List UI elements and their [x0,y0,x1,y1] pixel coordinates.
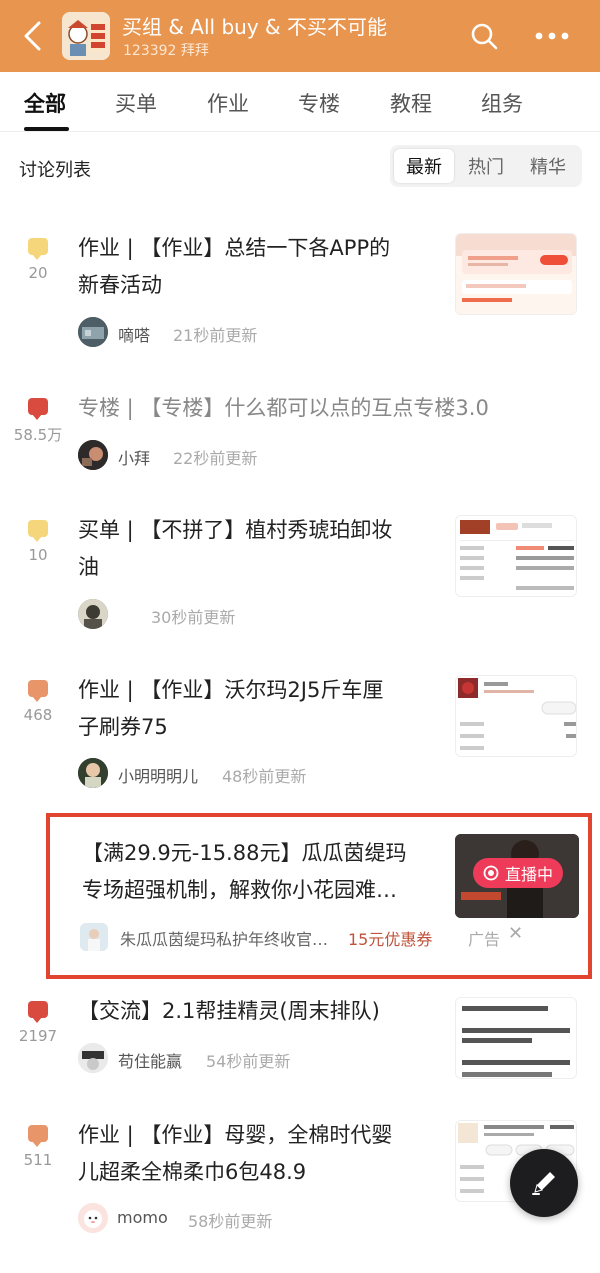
post-title-line: 油 [78,555,99,579]
avatar[interactable] [78,317,108,347]
tab-homework[interactable]: 作业 [207,88,249,118]
search-icon[interactable] [466,18,502,54]
reply-count: 10 [28,546,48,564]
update-time: 54秒前更新 [206,1052,291,1071]
post-title-line: 买单 | 【不拼了】植村秀琥珀卸妆 [78,518,393,542]
back-chevron-icon[interactable] [14,18,50,54]
comment-bubble-icon [28,398,48,415]
post-title-line: 作业 | 【作业】总结一下各APP的 [78,236,391,260]
active-tab-indicator [24,127,69,131]
group-header: 买组 & All buy & 不买不可能 123392 拜拜 [0,0,600,72]
comment-bubble-icon [28,1001,48,1018]
author-name[interactable]: momo [117,1208,168,1227]
comment-bubble-icon [28,238,48,255]
post-title-line: 作业 | 【作业】母婴，全棉时代婴 [78,1123,393,1147]
post-title-line: 作业 | 【作业】沃尔玛2J5斤车厘 [78,678,384,702]
post-title-line: 【交流】2.1帮挂精灵(周末排队) [78,999,380,1023]
update-time: 21秒前更新 [173,326,258,345]
update-time: 48秒前更新 [222,767,307,786]
avatar[interactable] [80,923,108,951]
sort-hot-button[interactable]: 热门 [456,149,516,183]
ad-live-thumbnail[interactable]: 直播中 [455,834,579,918]
post-thumbnail[interactable] [455,233,577,315]
sort-featured-button[interactable]: 精华 [518,149,578,183]
ad-label: 广告 [468,930,501,949]
post-title-line: 专楼 | 【专楼】什么都可以点的互点专楼3.0 [78,396,489,420]
comment-bubble-icon [28,520,48,537]
post-thumbnail[interactable] [455,515,577,597]
live-badge: 直播中 [473,858,563,888]
post-thumbnail[interactable] [455,675,577,757]
post-title: 【交流】2.1帮挂精灵(周末排队) [78,993,438,1030]
author-name[interactable]: 苟住能赢 [118,1048,182,1072]
live-icon [483,865,499,881]
ad-author-name[interactable]: 朱瓜瓜茵缇玛私护年终收官… [120,926,328,950]
avatar[interactable] [78,1203,108,1233]
reply-count: 20 [28,264,48,282]
author-name[interactable]: 小明明明儿 [118,763,198,787]
tab-buy[interactable]: 买单 [115,88,157,118]
tab-tutorial[interactable]: 教程 [390,88,432,118]
update-time: 30秒前更新 [151,608,236,627]
avatar[interactable] [78,440,108,470]
close-icon[interactable]: ✕ [508,923,523,944]
post-title: 作业 | 【作业】沃尔玛2J5斤车厘 子刷券75 [78,672,438,746]
avatar[interactable] [78,1043,108,1073]
pencil-icon [532,1172,555,1195]
post-title-line: 子刷券75 [78,715,168,739]
tab-all[interactable]: 全部 [24,88,66,118]
reply-count: 2197 [18,1027,58,1045]
post-title: 买单 | 【不拼了】植村秀琥珀卸妆 油 [78,512,438,586]
sort-segmented-control: 最新 热门 精华 [390,145,582,187]
ad-title: 【满29.9元-15.88元】瓜瓜茵缇玛 专场超强机制，解救你小花园难… [82,835,442,909]
author-name[interactable]: 小拜 [118,445,150,469]
avatar[interactable] [78,758,108,788]
sort-latest-button[interactable]: 最新 [394,149,454,183]
ad-card[interactable]: 【满29.9元-15.88元】瓜瓜茵缇玛 专场超强机制，解救你小花园难… 朱瓜瓜… [46,813,592,979]
comment-bubble-icon [28,680,48,697]
live-badge-label: 直播中 [504,865,553,884]
post-title-line: 新春活动 [78,273,162,297]
post-title: 专楼 | 【专楼】什么都可以点的互点专楼3.0 [78,390,538,427]
reply-count: 58.5万 [13,426,63,444]
tab-thread[interactable]: 专楼 [298,88,340,118]
ad-coupon-label[interactable]: 15元优惠券 [348,926,432,950]
author-name[interactable]: 嘀嗒 [118,322,150,346]
tab-bar: 全部 买单 作业 专楼 教程 组务 [0,72,600,132]
avatar[interactable] [78,599,108,629]
reply-count: 511 [23,1151,53,1169]
group-title: 买组 & All buy & 不买不可能 [122,15,387,39]
update-time: 22秒前更新 [173,449,258,468]
compose-button[interactable] [510,1149,578,1217]
ad-title-line: 专场超强机制，解救你小花园难… [82,878,397,902]
more-dots-icon[interactable] [532,18,572,54]
reply-count: 468 [23,706,53,724]
post-title-line: 儿超柔全棉柔巾6包48.9 [78,1160,307,1184]
group-member-count: 123392 拜拜 [123,43,209,59]
post-title: 作业 | 【作业】母婴，全棉时代婴 儿超柔全棉柔巾6包48.9 [78,1117,438,1191]
update-time: 58秒前更新 [188,1212,273,1231]
post-title: 作业 | 【作业】总结一下各APP的 新春活动 [78,230,438,304]
comment-bubble-icon [28,1125,48,1142]
discussion-list-title: 讨论列表 [19,160,91,181]
tab-group-affairs[interactable]: 组务 [481,88,523,118]
post-thumbnail[interactable] [455,997,577,1079]
ad-title-line: 【满29.9元-15.88元】瓜瓜茵缇玛 [82,841,407,865]
group-avatar[interactable] [62,12,110,60]
